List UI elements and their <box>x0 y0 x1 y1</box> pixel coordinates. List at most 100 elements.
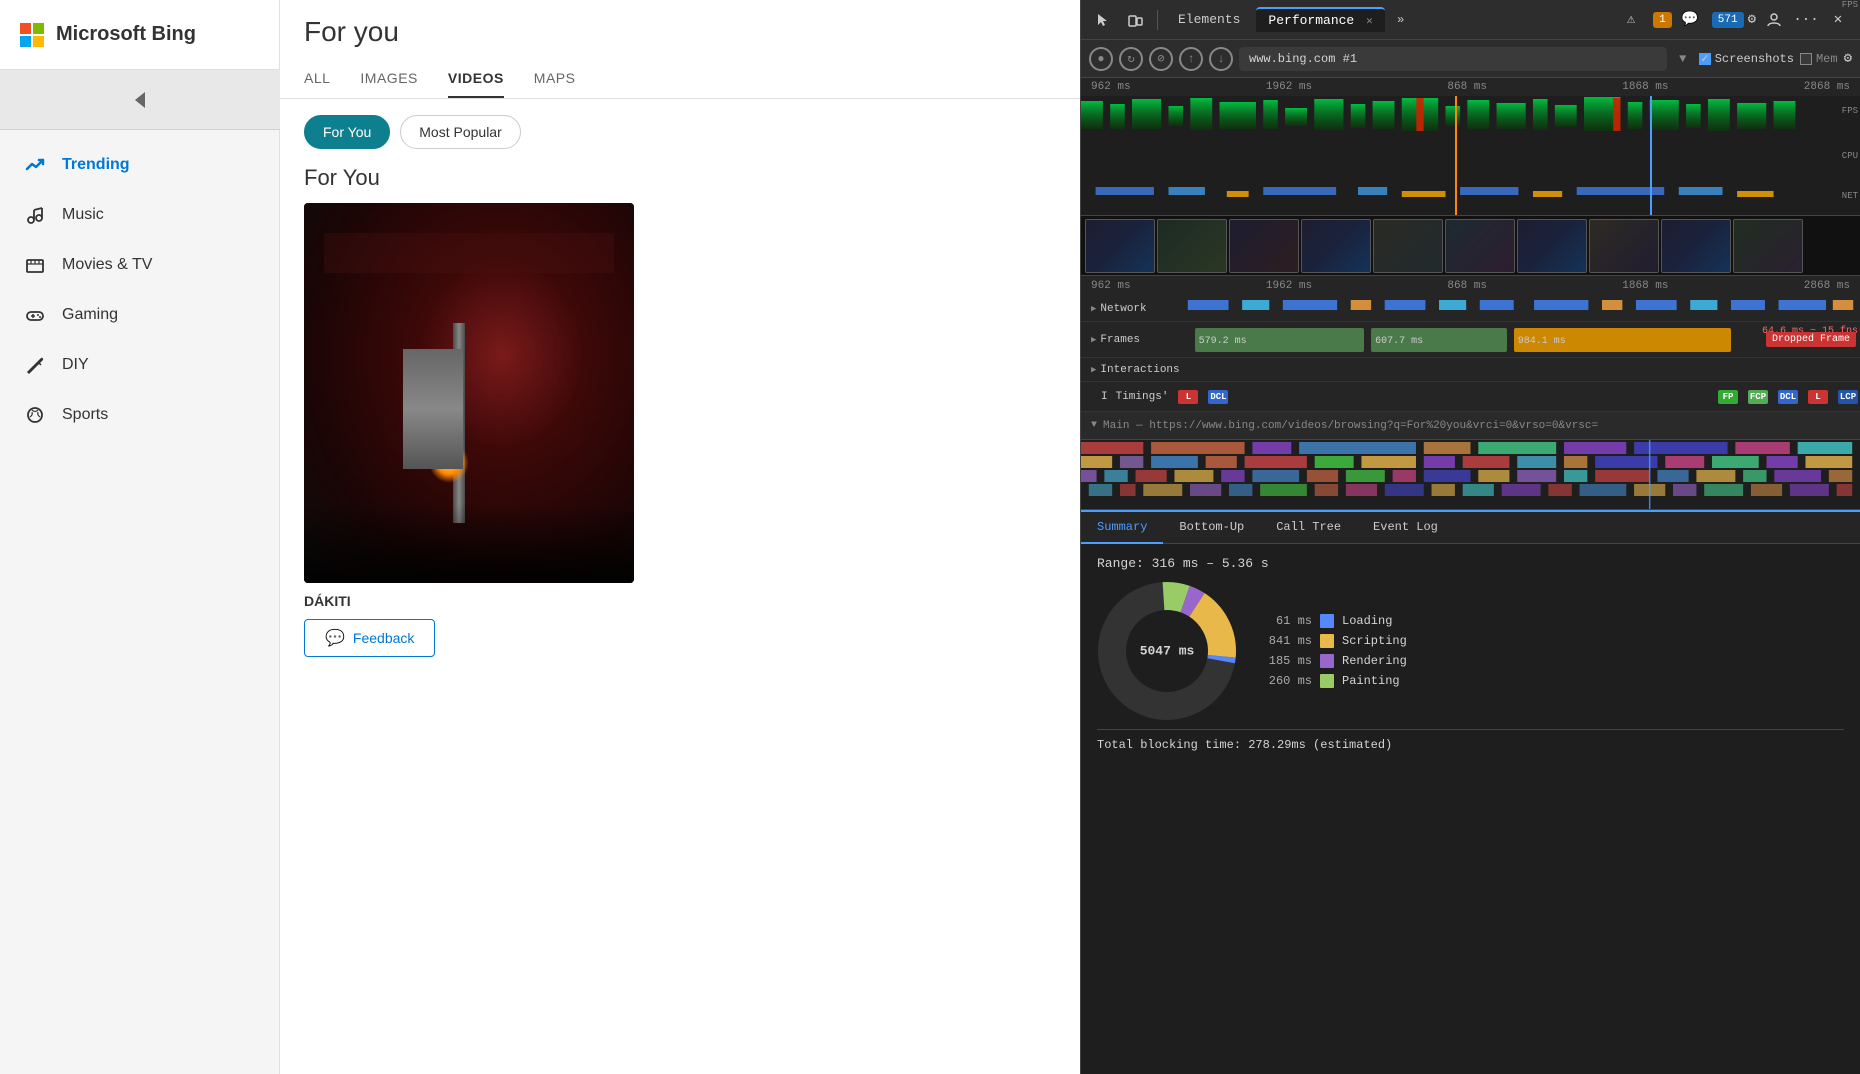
url-dropdown-arrow[interactable]: ▼ <box>1673 47 1693 71</box>
cpu-side-label: CPU <box>1812 146 1860 166</box>
video-thumbnail[interactable] <box>304 203 634 583</box>
frame-time-label: 607.7 ms <box>1375 336 1423 347</box>
feedback-button[interactable]: 💬 Feedback <box>304 619 435 657</box>
main-thread-url-row: ▼ Main — https://www.bing.com/videos/bro… <box>1081 412 1860 440</box>
donut-total-ms: 5047 ms <box>1140 644 1195 659</box>
interactions-track: ▶ Interactions <box>1081 358 1860 382</box>
interactions-expand-icon[interactable]: ▶ <box>1091 365 1096 375</box>
legend-scripting-label: Scripting <box>1342 634 1407 648</box>
filmstrip-frame <box>1301 219 1371 273</box>
brand-name: Microsoft Bing <box>56 23 196 46</box>
tab-maps[interactable]: MAPS <box>534 62 576 98</box>
summary-tab-summary[interactable]: Summary <box>1081 512 1163 544</box>
device-toggle-button[interactable] <box>1121 6 1149 34</box>
time-marker-2: 2868 ms <box>1804 280 1850 292</box>
tab-elements[interactable]: Elements <box>1166 8 1252 31</box>
timing-badge-DCL2: DCL <box>1778 390 1798 404</box>
net-side-label: NET <box>1812 186 1860 206</box>
upload-button[interactable]: ↑ <box>1179 47 1203 71</box>
feedback-label: Feedback <box>353 630 414 646</box>
sidebar: Microsoft Bing Trending <box>0 0 280 1074</box>
search-title: For you <box>304 16 1056 48</box>
tab-performance[interactable]: Performance ✕ <box>1256 7 1384 32</box>
sidebar-item-label: Movies & TV <box>62 256 152 274</box>
sidebar-item-trending[interactable]: Trending <box>0 140 279 190</box>
fps-side-label: FPS <box>1812 101 1860 121</box>
trending-icon <box>24 154 46 176</box>
capture-settings-icon[interactable]: ⚙ <box>1844 50 1852 67</box>
timing-badge-LCP: LCP <box>1838 390 1858 404</box>
sidebar-item-sports[interactable]: Sports <box>0 390 279 440</box>
frame-bar: 984.1 ms <box>1514 328 1731 352</box>
search-tabs: ALL IMAGES VIDEOS MAPS <box>304 62 1056 98</box>
flame-chart[interactable] <box>1081 440 1860 510</box>
summary-content: Range: 316 ms – 5.36 s <box>1081 544 1860 764</box>
dropped-frame-badge: Dropped Frame <box>1766 332 1856 347</box>
more-tabs-button[interactable]: » <box>1389 8 1413 32</box>
net-chart <box>1081 179 1810 209</box>
more-options-button[interactable]: ··· <box>1792 6 1820 34</box>
timings-label-text: I <box>1101 391 1108 403</box>
time-marker: 1868 ms <box>1622 81 1668 93</box>
close-performance-tab[interactable]: ✕ <box>1366 16 1373 28</box>
legend-scripting-color <box>1320 634 1334 648</box>
sidebar-item-music[interactable]: Music <box>0 190 279 240</box>
timing-badge-DCL1: DCL <box>1208 390 1228 404</box>
stop-button[interactable]: ⊘ <box>1149 47 1173 71</box>
sidebar-item-movies[interactable]: Movies & TV <box>0 240 279 290</box>
sports-icon <box>24 404 46 426</box>
tab-all[interactable]: ALL <box>304 62 330 98</box>
tab-videos[interactable]: VIDEOS <box>448 62 504 98</box>
pill-for-you[interactable]: For You <box>304 115 390 149</box>
timings-track: I Timings' L DCL FP FCP DCL L LCP <box>1081 382 1860 412</box>
timing-badge-L2: L <box>1808 390 1828 404</box>
cursor-tool-button[interactable] <box>1089 6 1117 34</box>
user-icon[interactable] <box>1760 6 1788 34</box>
tab-images[interactable]: IMAGES <box>360 62 417 98</box>
refresh-button[interactable]: ↻ <box>1119 47 1143 71</box>
memory-checkbox[interactable]: Mem <box>1800 52 1838 66</box>
filmstrip <box>1081 216 1860 276</box>
warning-badge: 1 <box>1653 12 1672 28</box>
gaming-icon <box>24 304 46 326</box>
divider <box>1157 10 1158 30</box>
filmstrip-frame <box>1085 219 1155 273</box>
record-button[interactable]: ● <box>1089 47 1113 71</box>
time-marker: 962 ms <box>1091 81 1131 93</box>
settings-gear-icon[interactable]: ⚙ <box>1748 11 1756 28</box>
frames-expand-icon[interactable]: ▶ <box>1091 335 1096 345</box>
main-thread-expand-icon[interactable]: ▼ <box>1091 420 1097 431</box>
legend-painting-ms: 260 ms <box>1257 674 1312 688</box>
frames-track: ▶ Frames 579.2 ms 607.7 ms 984.1 ms 64.6… <box>1081 322 1860 358</box>
fps-chart <box>1081 96 1810 134</box>
summary-tab-eventlog[interactable]: Event Log <box>1357 512 1454 544</box>
summary-tab-calltree[interactable]: Call Tree <box>1260 512 1357 544</box>
movies-icon <box>24 254 46 276</box>
interactions-track-label: ▶ Interactions <box>1091 364 1191 376</box>
total-blocking-time: Total blocking time: 278.29ms (estimated… <box>1097 729 1844 752</box>
download-button[interactable]: ↓ <box>1209 47 1233 71</box>
summary-panel: Summary Bottom-Up Call Tree Event Log Ra… <box>1081 510 1860 764</box>
microsoft-logo <box>20 23 44 47</box>
timeline-chart[interactable]: FPS CPU NET <box>1081 96 1860 216</box>
time-marker-2: 868 ms <box>1447 280 1487 292</box>
pill-most-popular[interactable]: Most Popular <box>400 115 520 149</box>
timeline-cursor <box>1455 96 1457 215</box>
filmstrip-frame <box>1373 219 1443 273</box>
perf-timeline: 962 ms 1962 ms 868 ms 1868 ms 2868 ms FP… <box>1081 78 1860 1074</box>
frame-time-label: 984.1 ms <box>1518 336 1566 347</box>
legend-rendering-color <box>1320 654 1334 668</box>
sidebar-item-diy[interactable]: DIY <box>0 340 279 390</box>
sidebar-collapse-button[interactable] <box>0 70 280 130</box>
devtools-urlbar: ● ↻ ⊘ ↑ ↓ www.bing.com #1 ▼ ✓ Screenshot… <box>1081 40 1860 78</box>
video-label: DÁKITI <box>280 583 1080 613</box>
video-area <box>280 203 1080 583</box>
screenshots-checkbox[interactable]: ✓ Screenshots <box>1699 52 1794 66</box>
summary-tab-bottomup[interactable]: Bottom-Up <box>1163 512 1260 544</box>
sidebar-item-gaming[interactable]: Gaming <box>0 290 279 340</box>
legend-scripting-ms: 841 ms <box>1257 634 1312 648</box>
sidebar-item-label: Music <box>62 206 104 224</box>
cpu-chart <box>1081 134 1810 179</box>
main-thread-url: Main — https://www.bing.com/videos/brows… <box>1103 420 1598 432</box>
network-expand-icon[interactable]: ▶ <box>1091 304 1096 314</box>
